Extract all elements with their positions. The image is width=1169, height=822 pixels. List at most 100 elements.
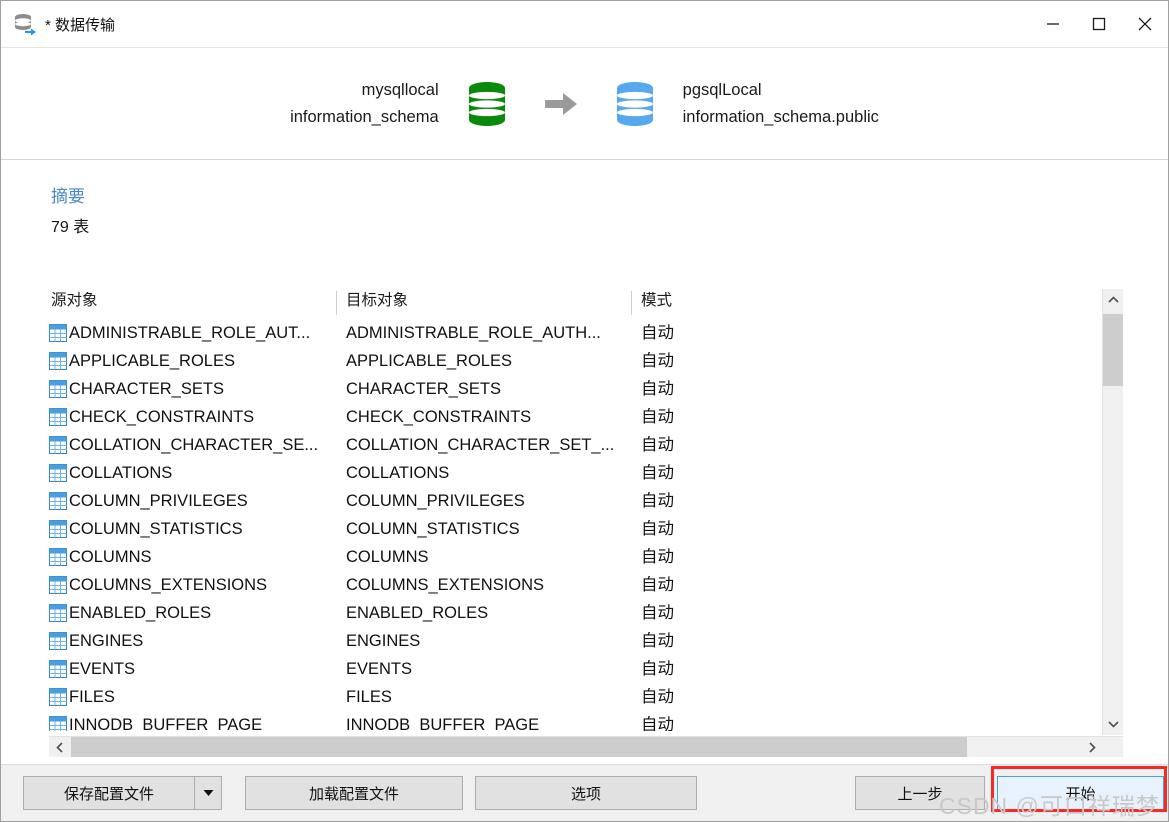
cell-target-object: APPLICABLE_ROLES (346, 352, 512, 370)
cell-source-object: CHECK_CONSTRAINTS (69, 408, 255, 426)
transfer-endpoints: mysqllocal information_schema pgsqlLocal… (1, 48, 1168, 160)
scroll-right-icon[interactable] (1083, 737, 1101, 757)
window-controls (1030, 1, 1168, 46)
column-divider (631, 291, 632, 315)
cell-mode: 自动 (641, 604, 674, 622)
close-icon[interactable] (1122, 1, 1168, 46)
maximize-icon[interactable] (1076, 1, 1122, 46)
cell-source-object: COLUMNS_EXTENSIONS (69, 576, 268, 594)
column-divider (336, 291, 337, 315)
table-object-icon (49, 688, 67, 706)
table-object-icon (49, 408, 67, 426)
cell-target-object: CHARACTER_SETS (346, 380, 501, 398)
cell-source-object: CHARACTER_SETS (69, 380, 224, 398)
cell-mode: 自动 (641, 408, 674, 426)
cell-mode: 自动 (641, 576, 674, 594)
database-transfer-icon (13, 12, 37, 36)
table-object-icon (49, 380, 67, 398)
table-row[interactable]: COLLATIONS COLLATIONS 自动 (49, 459, 1089, 487)
table-object-icon (49, 352, 67, 370)
cell-target-object: INNODB_BUFFER_PAGE (346, 716, 540, 731)
cell-target-object: COLUMN_PRIVILEGES (346, 492, 525, 510)
source-schema: information_schema (290, 107, 439, 126)
table-object-icon (49, 436, 67, 454)
table-object-icon (49, 492, 67, 510)
cell-target-object: COLUMNS (346, 548, 429, 566)
cell-source-object: APPLICABLE_ROLES (69, 352, 235, 370)
table-row[interactable]: CHECK_CONSTRAINTS CHECK_CONSTRAINTS 自动 (49, 403, 1089, 431)
table-row[interactable]: APPLICABLE_ROLES APPLICABLE_ROLES 自动 (49, 347, 1089, 375)
previous-step-button[interactable]: 上一步 (855, 776, 985, 810)
table-object-icon (49, 520, 67, 538)
cell-target-object: COLUMN_STATISTICS (346, 520, 520, 538)
options-button[interactable]: 选项 (475, 776, 697, 810)
cell-source-object: COLLATIONS (69, 464, 173, 482)
table-row[interactable]: FILES FILES 自动 (49, 683, 1089, 711)
table-object-icon (49, 604, 67, 622)
database-blue-icon (613, 81, 657, 127)
table-object-icon (49, 660, 67, 678)
table-row[interactable]: COLLATION_CHARACTER_SE... COLLATION_CHARA… (49, 431, 1089, 459)
window-title: * 数据传输 (45, 16, 116, 34)
data-transfer-window: * 数据传输 mysqllocal information_schema pgs… (0, 0, 1169, 822)
cell-mode: 自动 (641, 324, 674, 342)
cell-target-object: ADMINISTRABLE_ROLE_AUTH... (346, 324, 601, 342)
summary-section: 摘要 79 表 (1, 160, 1168, 242)
cell-mode: 自动 (641, 632, 674, 650)
table-object-icon (49, 324, 67, 342)
table-row[interactable]: COLUMN_STATISTICS COLUMN_STATISTICS 自动 (49, 515, 1089, 543)
cell-source-object: COLUMN_PRIVILEGES (69, 492, 248, 510)
minimize-icon[interactable] (1030, 1, 1076, 46)
table-row[interactable]: COLUMNS COLUMNS 自动 (49, 543, 1089, 571)
summary-count: 79 表 (51, 219, 90, 236)
table-object-icon (49, 716, 67, 731)
cell-target-object: COLLATION_CHARACTER_SET_... (346, 436, 615, 454)
scroll-left-icon[interactable] (51, 737, 69, 757)
table-object-icon (49, 464, 67, 482)
scroll-up-icon[interactable] (1103, 291, 1123, 309)
table-object-icon (49, 548, 67, 566)
table-row[interactable]: INNODB_BUFFER_PAGE INNODB_BUFFER_PAGE 自动 (49, 711, 1089, 731)
horizontal-scrollbar[interactable] (49, 736, 1123, 757)
horizontal-scroll-thumb[interactable] (71, 737, 967, 757)
object-table: 源对象 目标对象 模式 ADMINISTRABLE_ROLE_AUT... ADM… (49, 289, 1123, 757)
cell-source-object: COLUMN_STATISTICS (69, 520, 243, 538)
save-profile-dropdown-button[interactable] (195, 776, 222, 810)
cell-mode: 自动 (641, 660, 674, 678)
source-endpoint: mysqllocal information_schema (290, 77, 439, 131)
table-row[interactable]: CHARACTER_SETS CHARACTER_SETS 自动 (49, 375, 1089, 403)
table-row[interactable]: COLUMNS_EXTENSIONS COLUMNS_EXTENSIONS 自动 (49, 571, 1089, 599)
target-schema: information_schema.public (682, 107, 879, 126)
cell-target-object: EVENTS (346, 660, 413, 678)
start-button[interactable]: 开始 (997, 776, 1164, 810)
table-row[interactable]: ADMINISTRABLE_ROLE_AUT... ADMINISTRABLE_R… (49, 319, 1089, 347)
cell-source-object: COLLATION_CHARACTER_SE... (69, 436, 319, 454)
cell-target-object: FILES (346, 688, 392, 706)
load-profile-button[interactable]: 加载配置文件 (245, 776, 463, 810)
title-bar: * 数据传输 (1, 1, 1168, 48)
cell-target-object: ENABLED_ROLES (346, 604, 489, 622)
column-header-source[interactable]: 源对象 (51, 289, 98, 313)
column-header-target[interactable]: 目标对象 (346, 289, 408, 313)
table-row[interactable]: COLUMN_PRIVILEGES COLUMN_PRIVILEGES 自动 (49, 487, 1089, 515)
save-profile-button[interactable]: 保存配置文件 (23, 776, 195, 810)
cell-source-object: COLUMNS (69, 548, 152, 566)
column-header-mode[interactable]: 模式 (641, 289, 672, 313)
vertical-scroll-thumb[interactable] (1103, 314, 1123, 386)
table-row[interactable]: ENGINES ENGINES 自动 (49, 627, 1089, 655)
cell-target-object: ENGINES (346, 632, 421, 650)
cell-mode: 自动 (641, 464, 674, 482)
summary-title[interactable]: 摘要 (51, 184, 1168, 210)
cell-mode: 自动 (641, 520, 674, 538)
scroll-down-icon[interactable] (1103, 715, 1123, 733)
vertical-scrollbar[interactable] (1102, 289, 1123, 735)
cell-source-object: INNODB_BUFFER_PAGE (69, 716, 263, 731)
cell-source-object: ENABLED_ROLES (69, 604, 212, 622)
cell-source-object: EVENTS (69, 660, 136, 678)
cell-target-object: COLUMNS_EXTENSIONS (346, 576, 545, 594)
table-header: 源对象 目标对象 模式 (49, 289, 1123, 317)
table-row[interactable]: ENABLED_ROLES ENABLED_ROLES 自动 (49, 599, 1089, 627)
cell-source-object: ENGINES (69, 632, 144, 650)
table-row[interactable]: EVENTS EVENTS 自动 (49, 655, 1089, 683)
target-endpoint: pgsqlLocal information_schema.public (683, 77, 879, 131)
